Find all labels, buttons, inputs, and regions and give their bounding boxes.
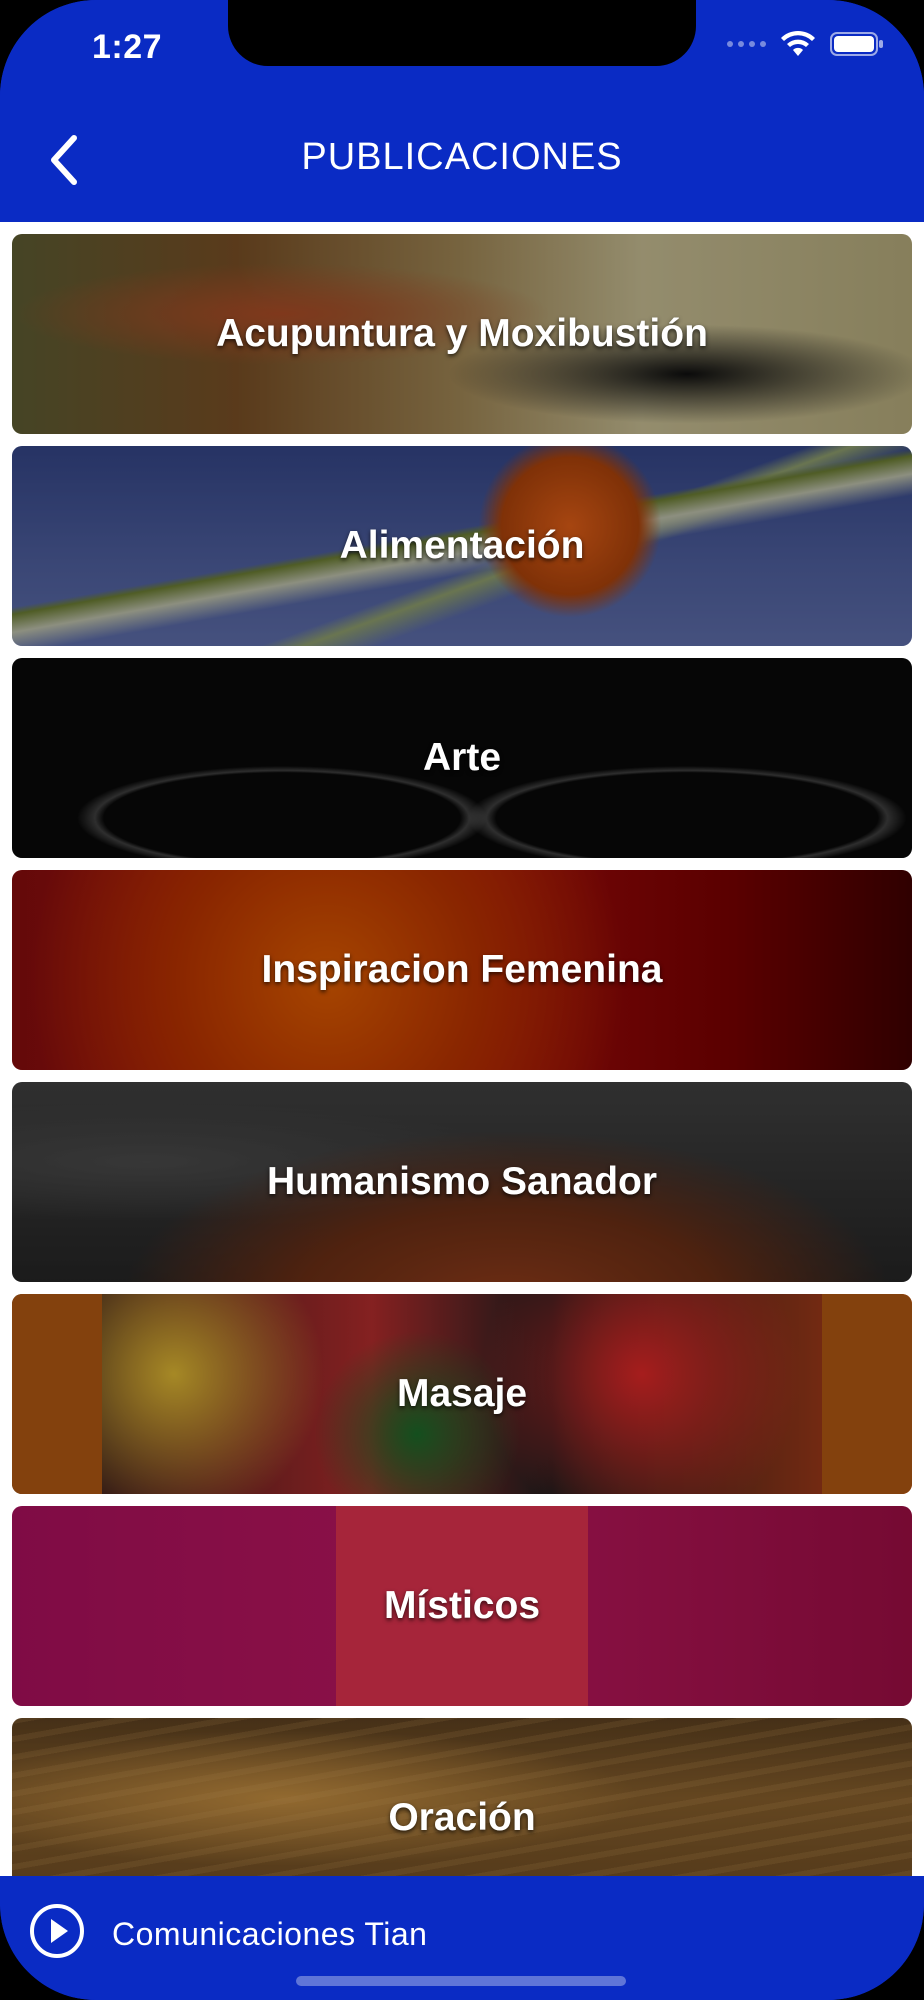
category-label: Inspiracion Femenina xyxy=(261,948,663,991)
player-title: Comunicaciones Tian xyxy=(112,1916,428,1952)
category-card-inspiracion-femenina[interactable]: Inspiracion Femenina xyxy=(12,870,912,1070)
category-label: Arte xyxy=(422,736,502,779)
status-icons xyxy=(727,30,884,58)
category-label: Humanismo Sanador xyxy=(266,1160,658,1203)
play-button[interactable] xyxy=(28,1902,86,1960)
category-card-arte[interactable]: Arte xyxy=(12,658,912,858)
player-bar: Comunicaciones Tian xyxy=(0,1876,924,2000)
category-list: Acupuntura y Moxibustión Alimentación Ar… xyxy=(12,234,912,1876)
category-label: Masaje xyxy=(396,1372,528,1415)
category-card-misticos[interactable]: Místicos xyxy=(12,1506,912,1706)
wifi-icon xyxy=(780,30,816,58)
play-circle-icon xyxy=(30,1904,84,1958)
category-card-oracion[interactable]: Oración xyxy=(12,1718,912,1876)
navigation-bar: PUBLICACIONES xyxy=(0,98,924,222)
app-screen: 1:27 PUBLICACIONES Acupuntura y Moxibust… xyxy=(0,0,924,2000)
signal-dots-icon xyxy=(727,41,766,47)
category-label: Acupuntura y Moxibustión xyxy=(216,312,708,355)
category-card-alimentacion[interactable]: Alimentación xyxy=(12,446,912,646)
home-indicator xyxy=(296,1976,626,1986)
category-label: Oración xyxy=(388,1796,536,1839)
status-bar: 1:27 xyxy=(0,0,924,98)
category-label: Alimentación xyxy=(339,524,585,567)
content-area: Acupuntura y Moxibustión Alimentación Ar… xyxy=(0,222,924,1876)
category-card-masaje[interactable]: Masaje xyxy=(12,1294,912,1494)
category-card-humanismo-sanador[interactable]: Humanismo Sanador xyxy=(12,1082,912,1282)
category-label: Místicos xyxy=(383,1584,541,1627)
category-card-acupuntura[interactable]: Acupuntura y Moxibustión xyxy=(12,234,912,434)
device-notch xyxy=(228,0,696,66)
page-title: PUBLICACIONES xyxy=(301,136,623,178)
battery-icon xyxy=(830,31,884,57)
status-time: 1:27 xyxy=(92,28,163,66)
